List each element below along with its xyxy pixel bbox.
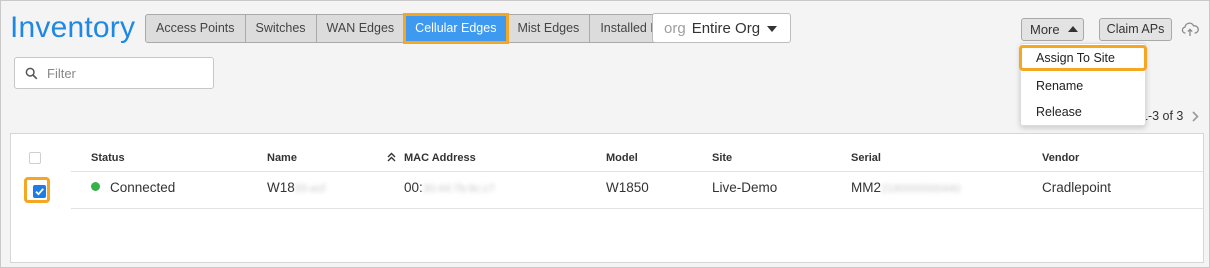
column-header-vendor[interactable]: Vendor xyxy=(1042,152,1079,164)
org-prefix: org xyxy=(664,19,686,37)
inventory-page: Inventory Access Points Switches WAN Edg… xyxy=(0,0,1210,268)
chevron-down-icon xyxy=(767,26,777,32)
more-button[interactable]: More xyxy=(1021,18,1084,41)
column-header-mac-address[interactable]: MAC Address xyxy=(404,152,476,164)
mac-masked: 30:44:7b:9c:c7 xyxy=(422,183,495,195)
sort-ascending-icon[interactable] xyxy=(387,152,396,162)
tab-switches[interactable]: Switches xyxy=(246,15,317,42)
tab-cellular-edges[interactable]: Cellular Edges xyxy=(403,13,510,44)
claim-aps-button[interactable]: Claim APs xyxy=(1099,18,1172,41)
column-header-model[interactable]: Model xyxy=(606,152,638,164)
tab-wan-edges[interactable]: WAN Edges xyxy=(317,15,406,42)
pagination-text: 1-3 of 3 xyxy=(1141,109,1184,123)
row-checkbox-highlight xyxy=(24,177,50,203)
more-button-label: More xyxy=(1030,22,1060,37)
name-masked: 55-ecf xyxy=(294,183,326,195)
column-header-status[interactable]: Status xyxy=(91,152,125,164)
cell-vendor: Cradlepoint xyxy=(1042,180,1112,195)
mac-visible: 00: xyxy=(404,180,423,195)
column-header-name[interactable]: Name xyxy=(267,152,297,164)
cell-mac-address: 00:30:44:7b:9c:c7 xyxy=(404,180,495,195)
cell-status: Connected xyxy=(91,180,175,195)
serial-masked: 2190000000440 xyxy=(881,183,961,195)
tab-mist-edges[interactable]: Mist Edges xyxy=(507,15,591,42)
status-connected-icon xyxy=(91,182,100,191)
row-divider xyxy=(71,208,1203,209)
column-header-serial[interactable]: Serial xyxy=(851,152,881,164)
search-icon xyxy=(25,67,38,80)
header-divider xyxy=(71,171,1203,172)
org-selector[interactable]: org Entire Org xyxy=(652,13,791,43)
device-type-tabs: Access Points Switches WAN Edges Cellula… xyxy=(145,13,690,44)
menu-item-rename[interactable]: Rename xyxy=(1021,73,1147,99)
org-value: Entire Org xyxy=(691,19,761,37)
menu-item-assign-to-site[interactable]: Assign To Site xyxy=(1019,45,1147,71)
cell-model: W1850 xyxy=(606,180,649,195)
filter-box xyxy=(14,57,214,89)
name-visible: W18 xyxy=(267,180,295,195)
pagination: 1-3 of 3 xyxy=(1141,109,1200,123)
caret-up-icon xyxy=(1067,25,1078,32)
checkmark-icon xyxy=(35,188,44,196)
cloud-upload-icon[interactable] xyxy=(1181,21,1199,37)
cell-name[interactable]: W1855-ecf xyxy=(267,180,325,195)
column-header-site[interactable]: Site xyxy=(712,152,732,164)
cell-serial: MM22190000000440 xyxy=(851,180,961,195)
select-all-checkbox[interactable] xyxy=(29,152,41,164)
filter-input[interactable] xyxy=(47,64,207,83)
page-title: Inventory xyxy=(10,11,136,44)
cell-site: Live-Demo xyxy=(712,180,778,195)
inventory-table: Status Name MAC Address Model Site Seria… xyxy=(10,133,1204,263)
more-menu: Assign To Site Rename Release xyxy=(1019,43,1147,126)
chevron-right-icon[interactable] xyxy=(1191,110,1200,122)
status-text: Connected xyxy=(110,180,176,195)
serial-visible: MM2 xyxy=(851,180,881,195)
row-checkbox[interactable] xyxy=(33,185,46,198)
tab-access-points[interactable]: Access Points xyxy=(146,15,246,42)
menu-item-release[interactable]: Release xyxy=(1021,99,1147,125)
